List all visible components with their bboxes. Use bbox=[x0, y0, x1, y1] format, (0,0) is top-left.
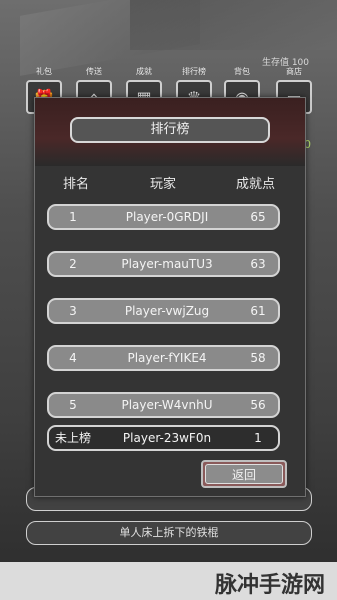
my-player: Player-23wF0n bbox=[122, 431, 212, 445]
row-score: 58 bbox=[250, 351, 266, 365]
leaderboard-row: 3 Player-vwjZug 61 bbox=[47, 298, 280, 324]
leaderboard-row: 5 Player-W4vnhU 56 bbox=[47, 392, 280, 418]
my-rank: 未上榜 bbox=[54, 431, 91, 445]
tab-label: 排行榜 bbox=[182, 67, 206, 76]
row-score: 61 bbox=[250, 304, 266, 318]
row-player: Player-0GRDJI bbox=[125, 210, 209, 224]
leaderboard-dialog: 排行榜 排名 玩家 成就点 1 Player-0GRDJI 65 2 Playe… bbox=[34, 97, 306, 497]
tab-label: 传送 bbox=[86, 67, 102, 76]
leaderboard-row: 1 Player-0GRDJI 65 bbox=[47, 204, 280, 230]
row-score: 56 bbox=[250, 398, 266, 412]
row-score: 65 bbox=[250, 210, 266, 224]
row-rank: 1 bbox=[69, 210, 77, 224]
tab-label: 礼包 bbox=[36, 67, 52, 76]
back-button[interactable]: 返回 bbox=[201, 460, 287, 488]
background-roof bbox=[130, 0, 337, 50]
leaderboard-row: 4 Player-fYIKE4 58 bbox=[47, 345, 280, 371]
header-rank: 排名 bbox=[63, 177, 90, 192]
tab-label: 商店 bbox=[286, 67, 302, 76]
tab-label: 背包 bbox=[234, 67, 250, 76]
back-button-label: 返回 bbox=[205, 464, 283, 484]
row-player: Player-W4vnhU bbox=[121, 398, 213, 412]
my-score: 1 bbox=[254, 431, 262, 445]
leaderboard-row: 2 Player-mauTU3 63 bbox=[47, 251, 280, 277]
row-player: Player-mauTU3 bbox=[121, 257, 213, 271]
row-rank: 2 bbox=[69, 257, 77, 271]
header-score: 成就点 bbox=[236, 177, 276, 192]
tab-label: 成就 bbox=[136, 67, 152, 76]
row-player: Player-vwjZug bbox=[124, 304, 210, 318]
row-rank: 4 bbox=[69, 351, 77, 365]
watermark: 脉冲手游网 bbox=[214, 573, 325, 598]
leaderboard-title: 排行榜 bbox=[70, 117, 270, 143]
header-player: 玩家 bbox=[150, 177, 177, 192]
row-player: Player-fYIKE4 bbox=[127, 351, 207, 365]
item-hint-button[interactable]: 单人床上拆下的铁棍 bbox=[26, 521, 312, 545]
my-rank-row: 未上榜 Player-23wF0n 1 bbox=[47, 425, 280, 451]
row-score: 63 bbox=[250, 257, 266, 271]
row-rank: 3 bbox=[69, 304, 77, 318]
row-rank: 5 bbox=[69, 398, 77, 412]
